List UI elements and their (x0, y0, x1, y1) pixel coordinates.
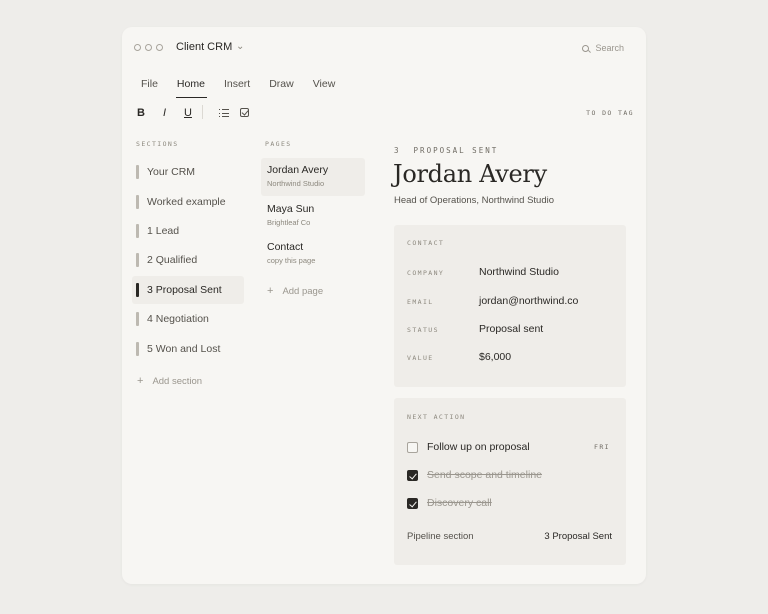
section-item-worked-example[interactable]: Worked example (132, 188, 244, 216)
sections-header: SECTIONS (136, 140, 179, 148)
section-label: 3 Proposal Sent (147, 284, 222, 296)
task-label[interactable]: Discovery call (427, 497, 492, 509)
email-value[interactable]: jordan@northwind.co (479, 295, 578, 307)
section-item-lead[interactable]: 1 Lead (132, 217, 244, 245)
company-value[interactable]: Northwind Studio (479, 266, 559, 278)
section-label: 5 Won and Lost (147, 343, 221, 355)
add-page-label: Add page (282, 285, 324, 297)
value-amount[interactable]: $6,000 (479, 351, 511, 363)
section-item-qualified[interactable]: 2 Qualified (132, 246, 244, 274)
section-marker (136, 312, 139, 326)
section-item-proposal-sent[interactable]: 3 Proposal Sent (132, 276, 244, 304)
tab-view[interactable]: View (313, 78, 336, 98)
search-box[interactable]: Search (582, 43, 624, 53)
page-item-contact[interactable]: Contact copy this page (261, 235, 365, 273)
task-checkbox[interactable] (407, 470, 418, 481)
section-item-your-crm[interactable]: Your CRM (132, 158, 244, 186)
tab-draw[interactable]: Draw (269, 78, 294, 98)
add-page-button[interactable]: + Add page (267, 285, 323, 297)
window-maximize-dot[interactable] (156, 44, 163, 51)
task-label[interactable]: Send scope and timeline (427, 469, 542, 481)
pipeline-value[interactable]: 3 Proposal Sent (544, 531, 612, 542)
section-item-won-lost[interactable]: 5 Won and Lost (132, 335, 244, 363)
email-key: EMAIL (407, 298, 434, 306)
value-key: VALUE (407, 354, 434, 362)
next-action-card: NEXT ACTION Follow up on proposal FRI Se… (394, 398, 626, 565)
plus-icon: + (267, 285, 274, 297)
section-label: 1 Lead (147, 225, 180, 237)
task-due-tag: FRI (594, 443, 610, 451)
contact-subtitle[interactable]: Head of Operations, Northwind Studio (394, 195, 554, 206)
page-item-jordan-avery[interactable]: Jordan Avery Northwind Studio (261, 158, 365, 196)
pages-header: PAGES (265, 140, 292, 148)
page-subtitle: Northwind Studio (267, 179, 325, 188)
add-section-label: Add section (152, 375, 203, 387)
chevron-down-icon[interactable]: ⌄ (236, 41, 244, 52)
section-item-negotiation[interactable]: 4 Negotiation (132, 305, 244, 333)
page-subtitle: Brightleaf Co (267, 218, 311, 227)
section-label: Your CRM (147, 166, 196, 178)
section-marker (136, 253, 139, 267)
tab-home[interactable]: Home (175, 78, 207, 98)
window-close-dot[interactable] (134, 44, 141, 51)
status-value[interactable]: Proposal sent (479, 323, 543, 335)
pipeline-label: Pipeline section (407, 531, 474, 542)
status-key: STATUS (407, 326, 439, 334)
page-subtitle: copy this page (267, 256, 316, 265)
underline-button[interactable]: U (184, 107, 192, 119)
tab-file[interactable]: File (141, 78, 158, 98)
task-checkbox[interactable] (407, 498, 418, 509)
section-marker (136, 342, 139, 356)
app-title[interactable]: Client CRM (176, 41, 232, 53)
search-placeholder: Search (595, 43, 624, 53)
app-window: Client CRM ⌄ Search File Home Insert Dra… (122, 27, 646, 584)
page-item-maya-sun[interactable]: Maya Sun Brightleaf Co (261, 197, 365, 235)
task-label[interactable]: Follow up on proposal (427, 441, 530, 453)
toolbar-divider (202, 105, 203, 119)
section-eyebrow: 3 PROPOSAL SENT (394, 146, 499, 155)
section-marker (136, 283, 139, 297)
section-label: 2 Qualified (147, 254, 198, 266)
section-label: 4 Negotiation (147, 313, 209, 325)
tab-insert[interactable]: Insert (224, 78, 250, 98)
todo-tag-button[interactable]: TO DO TAG (586, 109, 634, 117)
section-marker (136, 165, 139, 179)
section-marker (136, 224, 139, 238)
menu-tabs: File Home Insert Draw View (141, 78, 354, 98)
page-title-heading[interactable]: Jordan Avery (393, 160, 547, 188)
italic-button[interactable]: I (163, 107, 166, 119)
bullet-list-icon[interactable] (219, 109, 229, 117)
next-action-title: NEXT ACTION (407, 413, 466, 421)
plus-icon: + (137, 375, 144, 387)
section-marker (136, 195, 139, 209)
section-label: Worked example (147, 196, 226, 208)
page-title: Maya Sun (267, 203, 315, 215)
page-title: Jordan Avery (267, 164, 329, 176)
task-checkbox[interactable] (407, 442, 418, 453)
window-controls (134, 44, 163, 51)
window-minimize-dot[interactable] (145, 44, 152, 51)
company-key: COMPANY (407, 269, 445, 277)
bold-button[interactable]: B (137, 107, 145, 119)
page-title: Contact (267, 241, 304, 253)
contact-card-title: CONTACT (407, 239, 445, 247)
search-icon (582, 44, 590, 52)
checkbox-icon[interactable] (240, 108, 249, 117)
contact-card: CONTACT COMPANY Northwind Studio EMAIL j… (394, 225, 626, 387)
add-section-button[interactable]: + Add section (137, 375, 202, 387)
